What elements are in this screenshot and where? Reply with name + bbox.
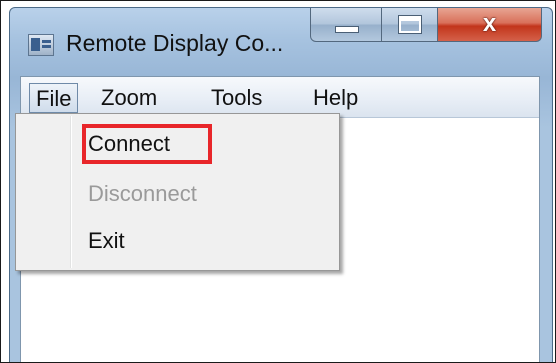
menu-item-exit[interactable]: Exit (88, 227, 125, 255)
maximize-button[interactable] (382, 8, 438, 42)
menu-tools[interactable]: Tools (211, 83, 262, 113)
maximize-icon (398, 15, 422, 34)
highlight-box (82, 124, 212, 164)
menu-item-disconnect: Disconnect (88, 181, 197, 206)
caption-buttons: x (310, 8, 542, 42)
file-menu-dropdown: Connect Disconnect Exit (15, 113, 340, 271)
menu-help[interactable]: Help (313, 83, 358, 113)
minimize-icon (335, 26, 359, 33)
menu-file[interactable]: File (29, 83, 79, 113)
app-icon (28, 34, 54, 56)
title-bar[interactable]: Remote Display Co... x (10, 8, 552, 76)
menu-zoom[interactable]: Zoom (101, 83, 157, 113)
close-button[interactable]: x (438, 8, 542, 42)
minimize-button[interactable] (310, 8, 382, 42)
screenshot-frame: Remote Display Co... x File Zoom Tools H… (0, 0, 556, 363)
window-title: Remote Display Co... (66, 30, 284, 56)
menu-gutter-divider (70, 116, 72, 268)
close-icon: x (482, 10, 497, 37)
menu-bar: File Zoom Tools Help (21, 77, 539, 118)
